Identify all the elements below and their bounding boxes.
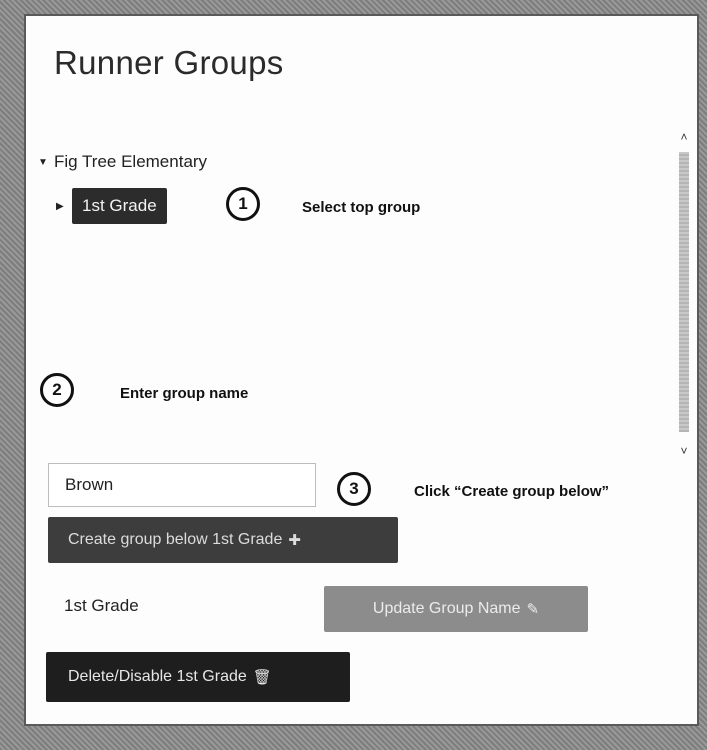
delete-disable-button[interactable]: Delete/Disable 1st Grade 🗑 — [46, 652, 350, 702]
trash-icon: 🗑 — [252, 669, 272, 686]
edit-icon: ✎ — [526, 601, 540, 618]
step-3-marker: 3 — [337, 472, 371, 506]
step-2-marker: 2 — [40, 373, 74, 407]
step-2-text: Enter group name — [120, 385, 249, 402]
tree-node-child-label[interactable]: 1st Grade — [72, 188, 167, 224]
current-group-name: 1st Grade — [64, 596, 139, 615]
group-name-input[interactable] — [48, 463, 316, 507]
runner-groups-panel: Runner Groups ▼ Fig Tree Elementary ▶ 1s… — [26, 16, 697, 724]
scroll-down-icon[interactable]: ˅ — [677, 444, 691, 458]
step-1-marker: 1 — [226, 187, 260, 221]
create-group-label: Create group below 1st Grade — [68, 531, 283, 548]
step-3-text: Click “Create group below” — [414, 483, 610, 500]
tree-node-root-label[interactable]: Fig Tree Elementary — [54, 152, 207, 172]
scroll-thumb[interactable] — [679, 152, 689, 432]
delete-disable-label: Delete/Disable 1st Grade — [68, 668, 247, 685]
tree-scrollbar[interactable]: ˄ ˅ — [677, 130, 691, 458]
update-group-name-label: Update Group Name — [372, 600, 521, 617]
tree-node-child[interactable]: ▶ 1st Grade — [56, 188, 167, 224]
group-tree: ▼ Fig Tree Elementary ▶ 1st Grade ˄ ˅ — [26, 112, 697, 458]
create-group-button[interactable]: Create group below 1st Grade ✚ — [48, 517, 398, 563]
scroll-up-icon[interactable]: ˄ — [677, 130, 691, 144]
caret-right-icon[interactable]: ▶ — [56, 201, 72, 212]
page-title: Runner Groups — [54, 44, 284, 81]
tree-node-root[interactable]: ▼ Fig Tree Elementary — [38, 152, 207, 172]
step-1-text: Select top group — [302, 199, 421, 216]
caret-down-icon[interactable]: ▼ — [38, 157, 54, 168]
update-group-name-button[interactable]: Update Group Name ✎ — [324, 586, 588, 632]
plus-icon: ✚ — [288, 532, 301, 549]
